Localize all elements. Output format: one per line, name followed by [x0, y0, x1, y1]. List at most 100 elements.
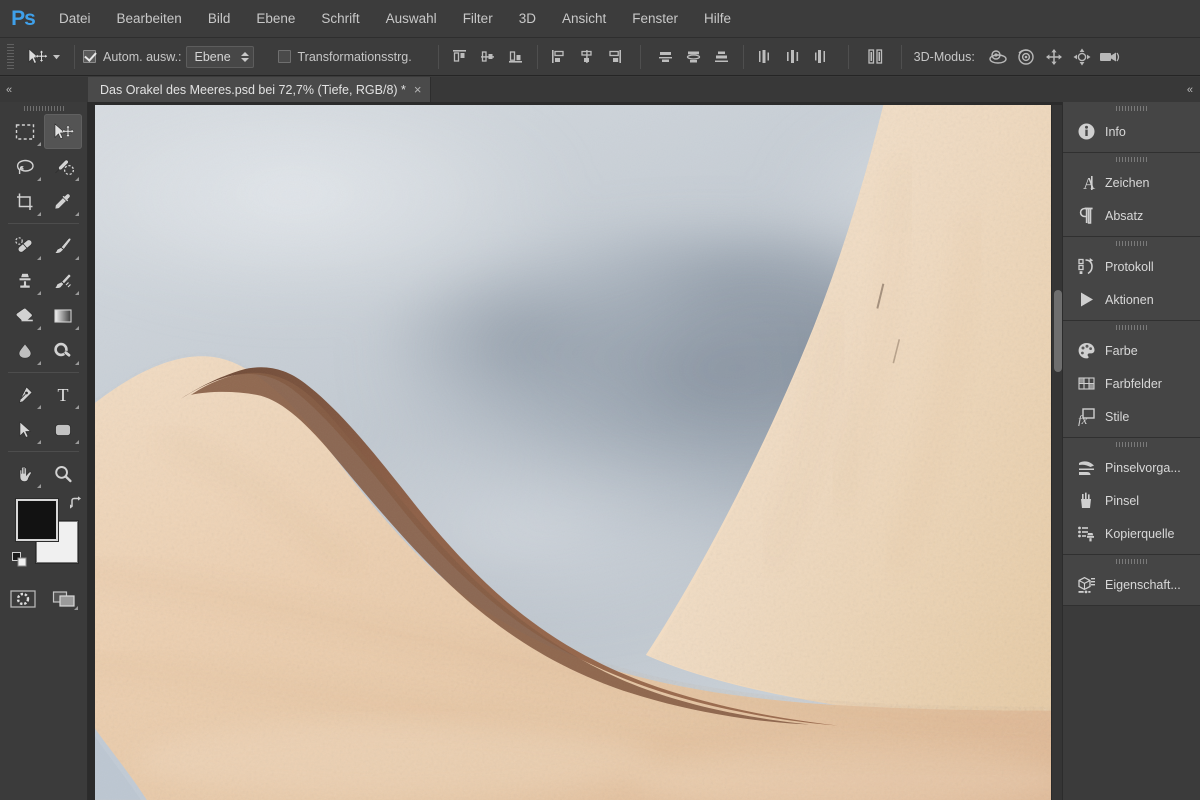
panel-tab-info[interactable]: Info [1063, 115, 1200, 148]
panel-tab-farbe[interactable]: Farbe [1063, 334, 1200, 367]
distribute-left-edges-icon[interactable] [752, 44, 778, 70]
lasso-tool[interactable] [6, 149, 44, 184]
active-tool-preset-picker[interactable] [20, 44, 66, 70]
panel-tab-pinsel[interactable]: Pinsel [1063, 484, 1200, 517]
paragraph-icon [1076, 206, 1096, 226]
panel-group-drag-handle[interactable] [1063, 237, 1200, 250]
history-brush-tool[interactable] [44, 263, 82, 298]
history-icon [1076, 257, 1096, 277]
distribute-spacing-icon[interactable] [863, 44, 889, 70]
align-bottom-edges-icon[interactable] [503, 44, 529, 70]
menu-item-fenster[interactable]: Fenster [619, 0, 691, 38]
document-artboard[interactable] [95, 105, 1051, 800]
slide-3d-icon[interactable] [1069, 44, 1095, 70]
hand-tool[interactable] [6, 456, 44, 491]
canvas-vertical-scroll-thumb[interactable] [1053, 290, 1062, 372]
menu-item-ebene[interactable]: Ebene [243, 0, 308, 38]
rectangle-shape-tool[interactable] [44, 412, 82, 447]
character-icon: A [1076, 173, 1096, 193]
panel-group-drag-handle[interactable] [1063, 438, 1200, 451]
type-tool[interactable]: T [44, 377, 82, 412]
pan-3d-icon[interactable] [1041, 44, 1067, 70]
transform-controls-checkbox[interactable] [277, 50, 291, 63]
blur-tool[interactable] [6, 333, 44, 368]
align-top-edges-icon[interactable] [447, 44, 473, 70]
panel-tab-pinselvorga[interactable]: Pinselvorga... [1063, 451, 1200, 484]
zoom-3d-camera-icon[interactable] [1097, 44, 1123, 70]
crop-tool[interactable] [6, 184, 44, 219]
auto-select-checkbox[interactable] [83, 50, 96, 63]
panel-group-drag-handle[interactable] [1063, 555, 1200, 568]
align-left-edges-icon[interactable] [546, 44, 572, 70]
quick-selection-tool[interactable] [44, 149, 82, 184]
distribute-top-edges-icon[interactable] [653, 44, 679, 70]
panel-tab-kopierquelle[interactable]: Kopierquelle [1063, 517, 1200, 550]
align-vertical-centers-icon[interactable] [475, 44, 501, 70]
menu-item-bearbeiten[interactable]: Bearbeiten [104, 0, 195, 38]
path-selection-tool[interactable] [6, 412, 44, 447]
panel-tab-stile[interactable]: fx Stile [1063, 400, 1200, 433]
distribute-bottom-edges-icon[interactable] [709, 44, 735, 70]
foreground-color-swatch[interactable] [16, 499, 58, 541]
rectangular-marquee-tool[interactable] [6, 114, 44, 149]
align-right-edges-icon[interactable] [602, 44, 628, 70]
distribute-horizontal-centers-icon[interactable] [780, 44, 806, 70]
panel-tab-aktionen[interactable]: Aktionen [1063, 283, 1200, 316]
auto-select-scope-dropdown[interactable]: Ebene [185, 45, 254, 68]
canvas-viewport[interactable] [95, 105, 1051, 800]
panel-tab-eigenschaft[interactable]: Eigenschaft... [1063, 568, 1200, 601]
distribute-right-edges-icon[interactable] [808, 44, 834, 70]
menu-item-ansicht[interactable]: Ansicht [549, 0, 619, 38]
auto-select-scope-value: Ebene [194, 49, 231, 64]
spot-healing-brush-tool[interactable] [6, 228, 44, 263]
mode3d-buttons-group [985, 44, 1123, 70]
close-document-icon[interactable]: × [414, 83, 422, 96]
actions-play-icon [1076, 290, 1096, 310]
swap-colors-icon[interactable] [69, 495, 85, 516]
canvas-vertical-scrollbar[interactable] [1051, 105, 1062, 800]
collapse-right-panels-icon[interactable]: « [1187, 84, 1193, 96]
screen-mode-icon[interactable] [49, 585, 81, 613]
eyedropper-tool[interactable] [44, 184, 82, 219]
quick-mask-mode-icon[interactable] [7, 585, 39, 613]
panel-tab-label: Protokoll [1105, 259, 1154, 274]
roll-3d-icon[interactable] [1013, 44, 1039, 70]
menu-item-schrift[interactable]: Schrift [308, 0, 372, 38]
options-bar-drag-handle[interactable] [6, 43, 15, 70]
panel-group-drag-handle[interactable] [1063, 321, 1200, 334]
swatches-grid-icon [1076, 374, 1096, 394]
right-dock-header: « [1062, 77, 1200, 102]
panel-tab-protokoll[interactable]: Protokoll [1063, 250, 1200, 283]
panel-tab-zeichen[interactable]: A Zeichen [1063, 166, 1200, 199]
panel-tab-farbfelder[interactable]: Farbfelder [1063, 367, 1200, 400]
menu-item-filter[interactable]: Filter [450, 0, 506, 38]
distribute-buttons-group [653, 44, 834, 70]
panel-group-drag-handle[interactable] [1063, 153, 1200, 166]
align-horizontal-centers-icon[interactable] [574, 44, 600, 70]
menu-item-3d[interactable]: 3D [506, 0, 549, 38]
menu-item-auswahl[interactable]: Auswahl [373, 0, 450, 38]
panel-tab-label: Pinsel [1105, 493, 1140, 508]
eraser-tool[interactable] [6, 298, 44, 333]
tools-panel-drag-handle[interactable] [0, 102, 87, 114]
move-tool[interactable] [44, 114, 82, 149]
dodge-tool[interactable] [44, 333, 82, 368]
panel-group-drag-handle[interactable] [1063, 102, 1200, 115]
brush-tool[interactable] [44, 228, 82, 263]
orbit-3d-icon[interactable] [985, 44, 1011, 70]
pen-tool[interactable] [6, 377, 44, 412]
gradient-tool[interactable] [44, 298, 82, 333]
clone-stamp-tool[interactable] [6, 263, 44, 298]
properties-icon [1076, 575, 1096, 595]
distribute-vertical-centers-icon[interactable] [681, 44, 707, 70]
collapse-left-panels-icon[interactable]: « [6, 84, 12, 96]
menu-item-hilfe[interactable]: Hilfe [691, 0, 744, 38]
zoom-tool[interactable] [44, 456, 82, 491]
menu-item-datei[interactable]: Datei [46, 0, 104, 38]
document-tab[interactable]: Das Orakel des Meeres.psd bei 72,7% (Tie… [88, 77, 431, 102]
default-colors-icon[interactable] [12, 552, 28, 573]
panel-tab-absatz[interactable]: Absatz [1063, 199, 1200, 232]
menu-item-bild[interactable]: Bild [195, 0, 244, 38]
brushes-icon [1076, 491, 1096, 511]
move-tool-icon [28, 47, 48, 64]
